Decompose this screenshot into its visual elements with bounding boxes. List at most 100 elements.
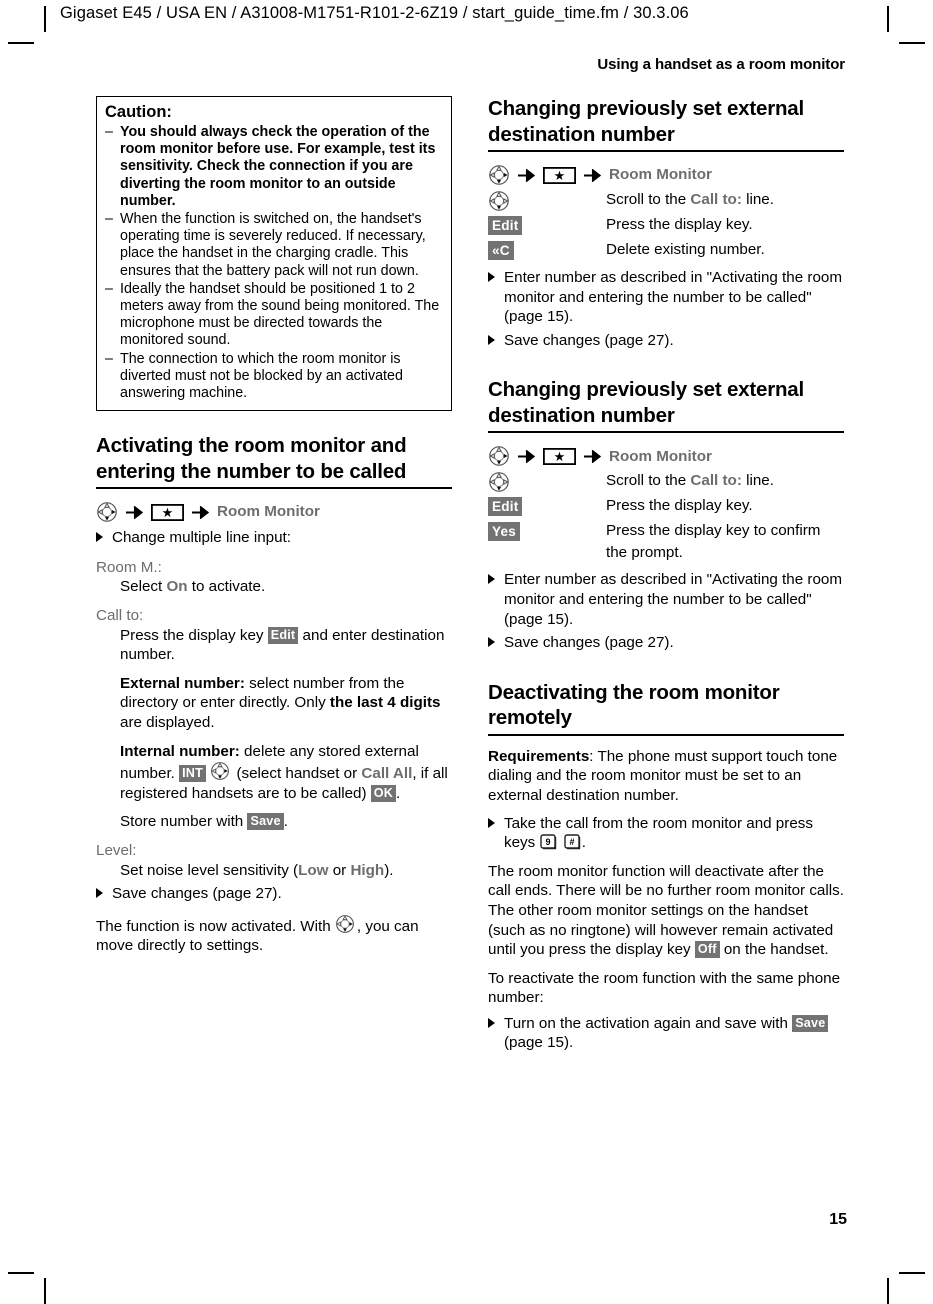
field-body-external-number: External number: select number from the … [120,674,452,733]
triangle-bullet-icon [488,1014,504,1053]
text-b: on the handset. [719,941,829,959]
step-key[interactable] [488,189,606,212]
field-body-room-m: Select On to activate. [120,577,452,597]
text-post: to activate. [187,578,266,596]
section-heading: Changing previously set external destina… [488,378,804,427]
field-label-level: Level: [96,841,137,859]
bullet-text: Save changes (page 27). [504,331,674,349]
display-key-save-chip[interactable]: Save [792,1014,829,1032]
caution-item-text: The connection to which the room monitor… [120,350,403,402]
field-label-room-m: Room M.: [96,558,162,576]
dash-marker: – [105,211,113,228]
svg-text:9: 9 [546,837,551,847]
star-key-icon[interactable]: ★ [543,166,576,184]
option-call-to[interactable]: Call to: [690,472,741,489]
option-call-all[interactable]: Call All [361,765,412,782]
control-pad-icon[interactable] [210,761,232,783]
arrow-right-icon [126,505,143,519]
delete-key-chip[interactable]: «C [488,241,514,260]
paragraph-requirements: Requirements: The phone must support tou… [488,747,844,806]
text-d: . [396,784,401,802]
step-key[interactable]: Edit [488,495,606,518]
section-changing-external-destination-2: Changing previously set external destina… [488,377,844,653]
star-key-icon[interactable]: ★ [151,503,184,521]
svg-text:★: ★ [554,449,566,464]
arrow-right-icon [192,505,209,519]
arrow-right-icon [584,168,601,182]
control-pad-icon[interactable] [96,501,118,523]
menu-item-room-monitor[interactable]: Room Monitor [609,165,712,185]
crop-mark-top-left-h [8,42,34,44]
control-pad-icon[interactable] [335,914,357,936]
text-b: (select handset or [232,765,362,783]
paragraph-function-activated: The function is now activated. With , yo… [96,914,452,956]
caution-title: Caution: [105,103,172,121]
heading-rule [488,431,844,434]
arrow-right-icon [584,449,601,463]
menu-item-room-monitor[interactable]: Room Monitor [609,447,712,467]
field-label-call-to: Call to: [96,607,144,625]
option-high[interactable]: High [350,862,384,879]
step-description: Delete existing number. [606,241,765,258]
text-b: are displayed. [120,714,215,731]
svg-text:★: ★ [162,505,174,520]
caution-item: – When the function is switched on, the … [105,211,443,280]
menu-item-room-monitor[interactable]: Room Monitor [217,502,320,522]
bullet-text: Enter number as described in "Activating… [504,571,842,628]
section-heading: Activating the room monitor and entering… [96,434,407,483]
heading-rule [96,487,452,490]
option-call-to[interactable]: Call to: [690,191,741,208]
int-key-chip[interactable]: INT [179,765,206,783]
option-on[interactable]: On [166,578,187,595]
caution-item: – Ideally the handset should be position… [105,281,443,350]
bullet-save-changes: Save changes (page 27). [96,884,452,905]
bullet-enter-number: Enter number as described in "Activating… [488,268,844,327]
label-external-number: External number: [120,674,245,692]
caution-item-text: You should always check the operation of… [120,124,436,209]
page-number: 15 [829,1211,847,1228]
display-key-off-chip[interactable]: Off [694,941,720,959]
step-description: Scroll to the Call to: line. [606,470,844,492]
option-low[interactable]: Low [298,862,328,879]
display-key-edit-chip[interactable]: Edit [488,216,523,235]
caution-box: Caution: – You should always check the o… [96,96,452,412]
step-row: «C Delete existing number. [488,239,844,262]
display-key-ok-chip[interactable]: OK [370,784,397,802]
control-pad-icon[interactable] [488,190,510,212]
control-pad-icon[interactable] [488,445,510,467]
arrow-right-icon [518,449,535,463]
bullet-turn-on-activation: Turn on the activation again and save wi… [488,1014,844,1053]
bullet-text: Take the call from the room monitor and … [504,814,844,853]
arrow-right-icon [518,168,535,182]
dash-marker: – [105,124,113,140]
step-key[interactable]: «C [488,239,606,262]
heading-rule [488,150,844,152]
key-hash-icon[interactable]: # [563,834,581,850]
display-key-yes-chip[interactable]: Yes [488,522,521,542]
triangle-bullet-icon [488,570,504,629]
label-requirements: Requirements [488,747,590,765]
triangle-bullet-icon [96,884,112,905]
display-key-edit-chip[interactable]: Edit [267,626,299,644]
display-key-edit-chip[interactable]: Edit [488,497,523,517]
key-9-icon[interactable]: 9 [540,834,557,850]
step-key[interactable] [488,470,606,493]
field-body-store-number: Store number with Save. [120,812,452,832]
bullet-change-multiple-line-input: Change multiple line input: [96,528,452,549]
triangle-bullet-icon [488,268,504,327]
step-row: Edit Press the display key. [488,214,844,237]
step-key[interactable]: Yes [488,520,606,543]
text-post: . [581,834,586,852]
triangle-bullet-icon [488,633,504,654]
step-key[interactable]: Edit [488,214,606,237]
control-pad-icon[interactable] [488,164,510,186]
menu-path-changing-1: ★ Room Monitor [488,163,844,187]
crop-mark-bottom-left-v [44,1278,46,1304]
display-key-save-chip[interactable]: Save [247,813,284,831]
star-key-icon[interactable]: ★ [543,447,576,465]
control-pad-icon[interactable] [488,471,510,493]
text-pre: The function is now activated. With [96,917,335,935]
right-column: Changing previously set external destina… [488,96,844,1053]
triangle-bullet-icon [488,331,504,352]
text-pre: Turn on the activation again and save wi… [504,1014,793,1032]
